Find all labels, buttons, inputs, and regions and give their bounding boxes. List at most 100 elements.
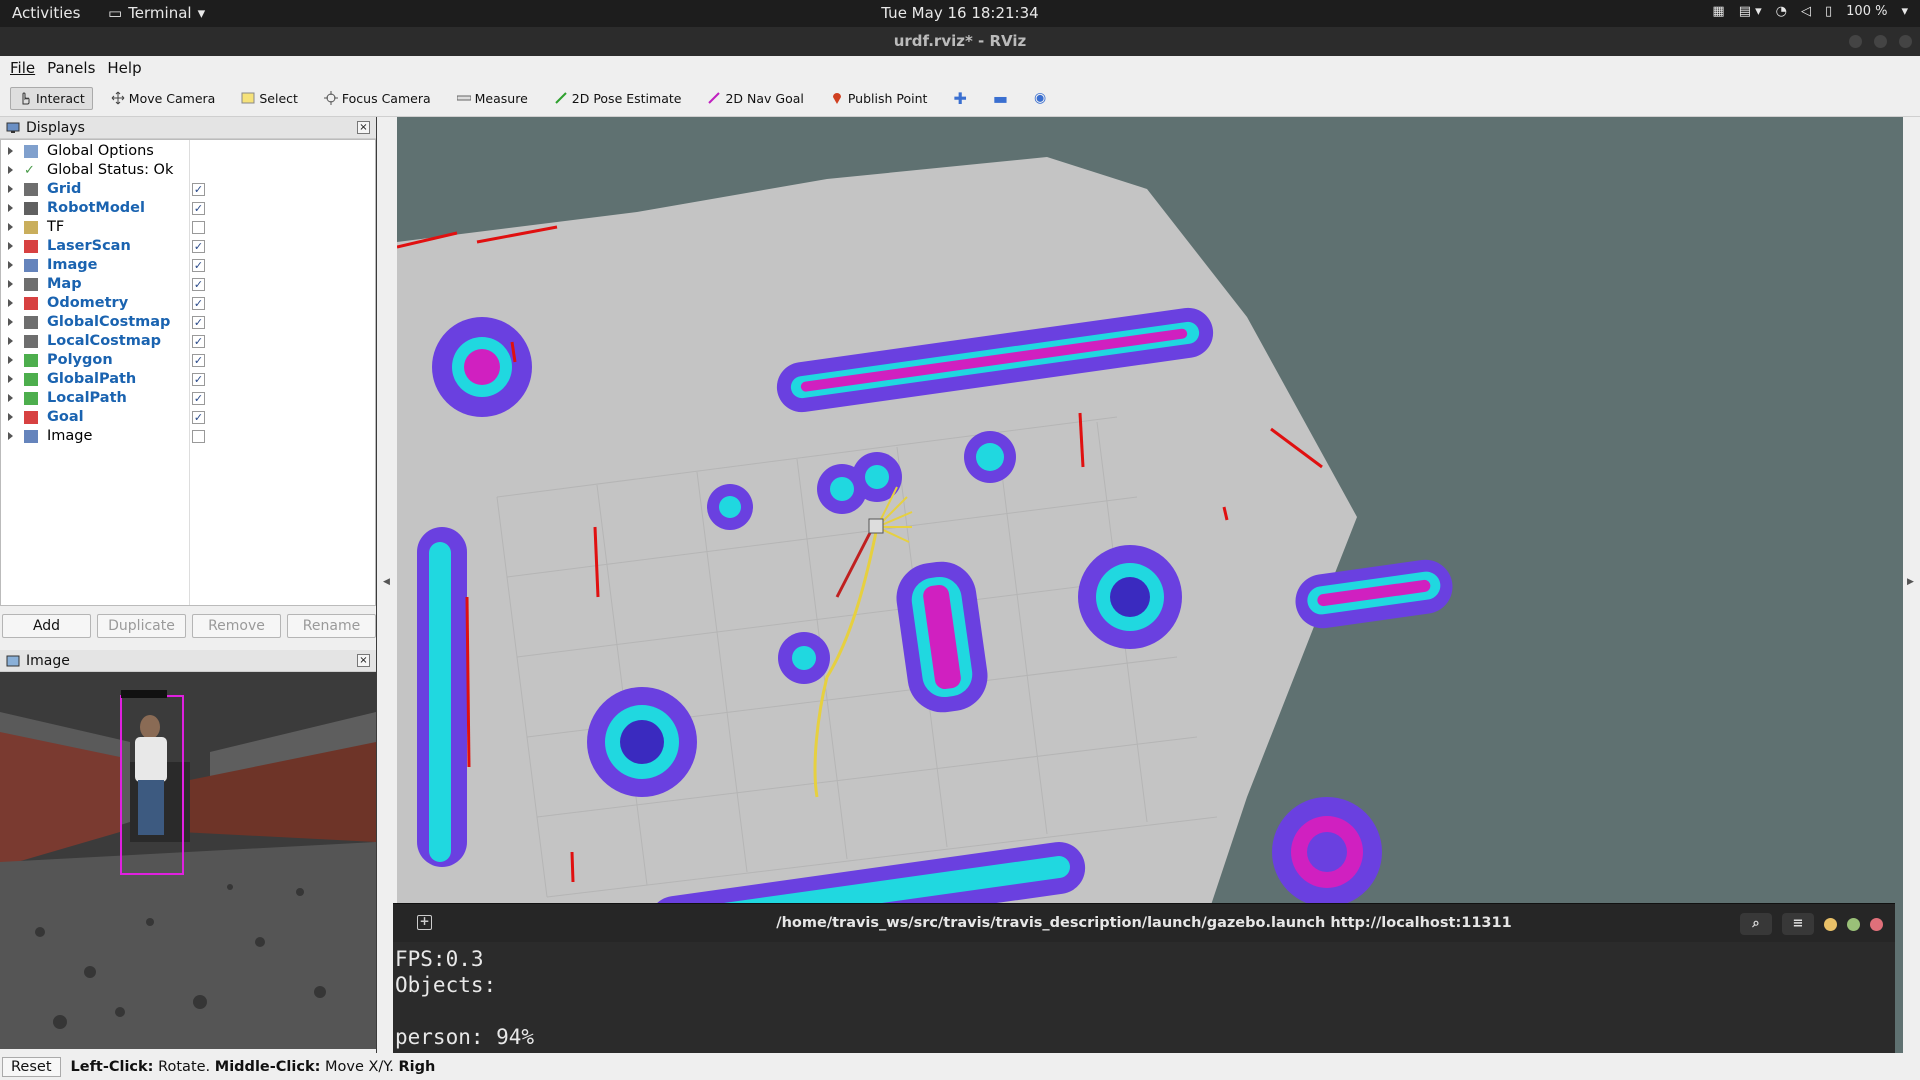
measure-tool[interactable]: Measure <box>449 87 536 110</box>
display-item[interactable]: Image <box>1 427 375 446</box>
menu-file[interactable]: File <box>10 56 35 80</box>
enable-checkbox[interactable]: ✓ <box>192 354 205 367</box>
display-item-label: LocalCostmap <box>47 333 161 349</box>
clipboard-icon[interactable]: ▤ ▾ <box>1739 4 1762 19</box>
display-item[interactable]: Image ✓ <box>1 256 375 275</box>
maximize-button[interactable] <box>1847 917 1860 931</box>
expand-arrow-icon[interactable] <box>8 394 13 402</box>
reset-button[interactable]: Reset <box>2 1056 61 1077</box>
expand-arrow-icon[interactable] <box>8 318 13 326</box>
expand-arrow-icon[interactable] <box>8 147 13 155</box>
caret-down-icon[interactable]: ▾ <box>1901 4 1908 19</box>
interact-tool[interactable]: Interact <box>10 86 93 110</box>
collapse-right-icon[interactable]: ▶ <box>1907 577 1914 587</box>
enable-checkbox[interactable] <box>192 430 205 443</box>
enable-checkbox[interactable]: ✓ <box>192 373 205 386</box>
clock[interactable]: Tue May 16 18:21:34 <box>0 4 1920 22</box>
enable-checkbox[interactable] <box>192 221 205 234</box>
expand-arrow-icon[interactable] <box>8 432 13 440</box>
expand-arrow-icon[interactable] <box>8 413 13 421</box>
collapse-left-icon[interactable]: ◀ <box>383 577 390 587</box>
hint-middle-click: Middle-Click: <box>214 1058 321 1075</box>
hamburger-menu-icon[interactable]: ≡ <box>1782 913 1814 935</box>
search-icon[interactable]: ⌕ <box>1740 913 1772 935</box>
enable-checkbox[interactable]: ✓ <box>192 392 205 405</box>
display-item[interactable]: LocalPath ✓ <box>1 389 375 408</box>
image-panel-title: Image <box>26 652 70 669</box>
enable-checkbox[interactable]: ✓ <box>192 202 205 215</box>
minimize-button[interactable] <box>1824 917 1837 931</box>
enable-checkbox[interactable]: ✓ <box>192 183 205 196</box>
right-splitter[interactable]: ▶ <box>1903 117 1920 1053</box>
nav-goal-tool[interactable]: 2D Nav Goal <box>699 87 811 110</box>
expand-arrow-icon[interactable] <box>8 356 13 364</box>
expand-arrow-icon[interactable] <box>8 375 13 383</box>
terminal-output[interactable]: FPS:0.3 Objects: person: 94% <box>393 942 1895 1054</box>
display-item[interactable]: RobotModel ✓ <box>1 199 375 218</box>
enable-checkbox[interactable]: ✓ <box>192 297 205 310</box>
close-panel-icon[interactable]: × <box>357 121 370 134</box>
expand-arrow-icon[interactable] <box>8 337 13 345</box>
display-item[interactable]: LocalCostmap ✓ <box>1 332 375 351</box>
close-button[interactable] <box>1870 917 1883 931</box>
display-item[interactable]: Grid ✓ <box>1 180 375 199</box>
camera-type-button[interactable]: ◉ <box>1026 86 1054 110</box>
expand-arrow-icon[interactable] <box>8 280 13 288</box>
display-item[interactable]: Map ✓ <box>1 275 375 294</box>
remove-tool-button[interactable]: ▬ <box>985 85 1016 112</box>
terminal-header: + /home/travis_ws/src/travis/travis_desc… <box>393 904 1895 942</box>
expand-arrow-icon[interactable] <box>8 242 13 250</box>
display-item[interactable]: Polygon ✓ <box>1 351 375 370</box>
displays-tree[interactable]: Global Options ✓ Global Status: Ok Grid ✓ Rob… <box>0 139 376 606</box>
move-camera-tool[interactable]: Move Camera <box>103 87 224 110</box>
remove-button[interactable]: Remove <box>192 614 281 638</box>
display-item-label: Grid <box>47 181 82 197</box>
add-button[interactable]: Add <box>2 614 91 638</box>
publish-point-tool[interactable]: Publish Point <box>822 87 936 110</box>
system-tray[interactable]: ▦ ▤ ▾ ◔ ◁ ▯ 100 % ▾ <box>1712 4 1908 19</box>
duplicate-button[interactable]: Duplicate <box>97 614 186 638</box>
enable-checkbox[interactable]: ✓ <box>192 259 205 272</box>
minimize-button[interactable] <box>1849 35 1862 48</box>
display-item[interactable]: GlobalPath ✓ <box>1 370 375 389</box>
new-tab-icon[interactable]: + <box>417 915 432 930</box>
terminal-window[interactable]: + /home/travis_ws/src/travis/travis_desc… <box>393 903 1895 1053</box>
maximize-button[interactable] <box>1874 35 1887 48</box>
nav-goal-label: 2D Nav Goal <box>725 90 804 106</box>
expand-arrow-icon[interactable] <box>8 261 13 269</box>
add-tool-button[interactable]: ✚ <box>945 85 974 112</box>
display-item[interactable]: Global Options <box>1 142 375 161</box>
focus-camera-tool[interactable]: Focus Camera <box>316 87 439 110</box>
enable-checkbox[interactable]: ✓ <box>192 411 205 424</box>
display-item[interactable]: Odometry ✓ <box>1 294 375 313</box>
enable-checkbox[interactable]: ✓ <box>192 316 205 329</box>
expand-arrow-icon[interactable] <box>8 204 13 212</box>
close-panel-icon[interactable]: × <box>357 654 370 667</box>
select-tool[interactable]: Select <box>233 87 306 110</box>
close-button[interactable] <box>1899 35 1912 48</box>
display-item[interactable]: ✓ Global Status: Ok <box>1 161 375 180</box>
menu-panels[interactable]: Panels <box>47 56 95 80</box>
volume-icon: ◁ <box>1801 4 1811 19</box>
enable-checkbox[interactable]: ✓ <box>192 240 205 253</box>
battery-icon: ▯ <box>1825 4 1833 19</box>
enable-checkbox[interactable]: ✓ <box>192 335 205 348</box>
expand-arrow-icon[interactable] <box>8 185 13 193</box>
display-item[interactable]: TF <box>1 218 375 237</box>
pose-estimate-tool[interactable]: 2D Pose Estimate <box>546 87 690 110</box>
display-item[interactable]: Goal ✓ <box>1 408 375 427</box>
rename-button[interactable]: Rename <box>287 614 376 638</box>
enable-checkbox[interactable]: ✓ <box>192 278 205 291</box>
display-item[interactable]: GlobalCostmap ✓ <box>1 313 375 332</box>
expand-arrow-icon[interactable] <box>8 299 13 307</box>
expand-arrow-icon[interactable] <box>8 166 13 174</box>
display-item-label: Global Status: Ok <box>47 162 174 178</box>
camera-scene <box>0 672 376 1049</box>
select-label: Select <box>259 90 298 106</box>
laser-icon <box>24 240 38 253</box>
robot-model <box>868 518 884 534</box>
menu-help[interactable]: Help <box>107 56 141 80</box>
display-item[interactable]: LaserScan ✓ <box>1 237 375 256</box>
calendar-icon[interactable]: ▦ <box>1712 4 1724 19</box>
expand-arrow-icon[interactable] <box>8 223 13 231</box>
